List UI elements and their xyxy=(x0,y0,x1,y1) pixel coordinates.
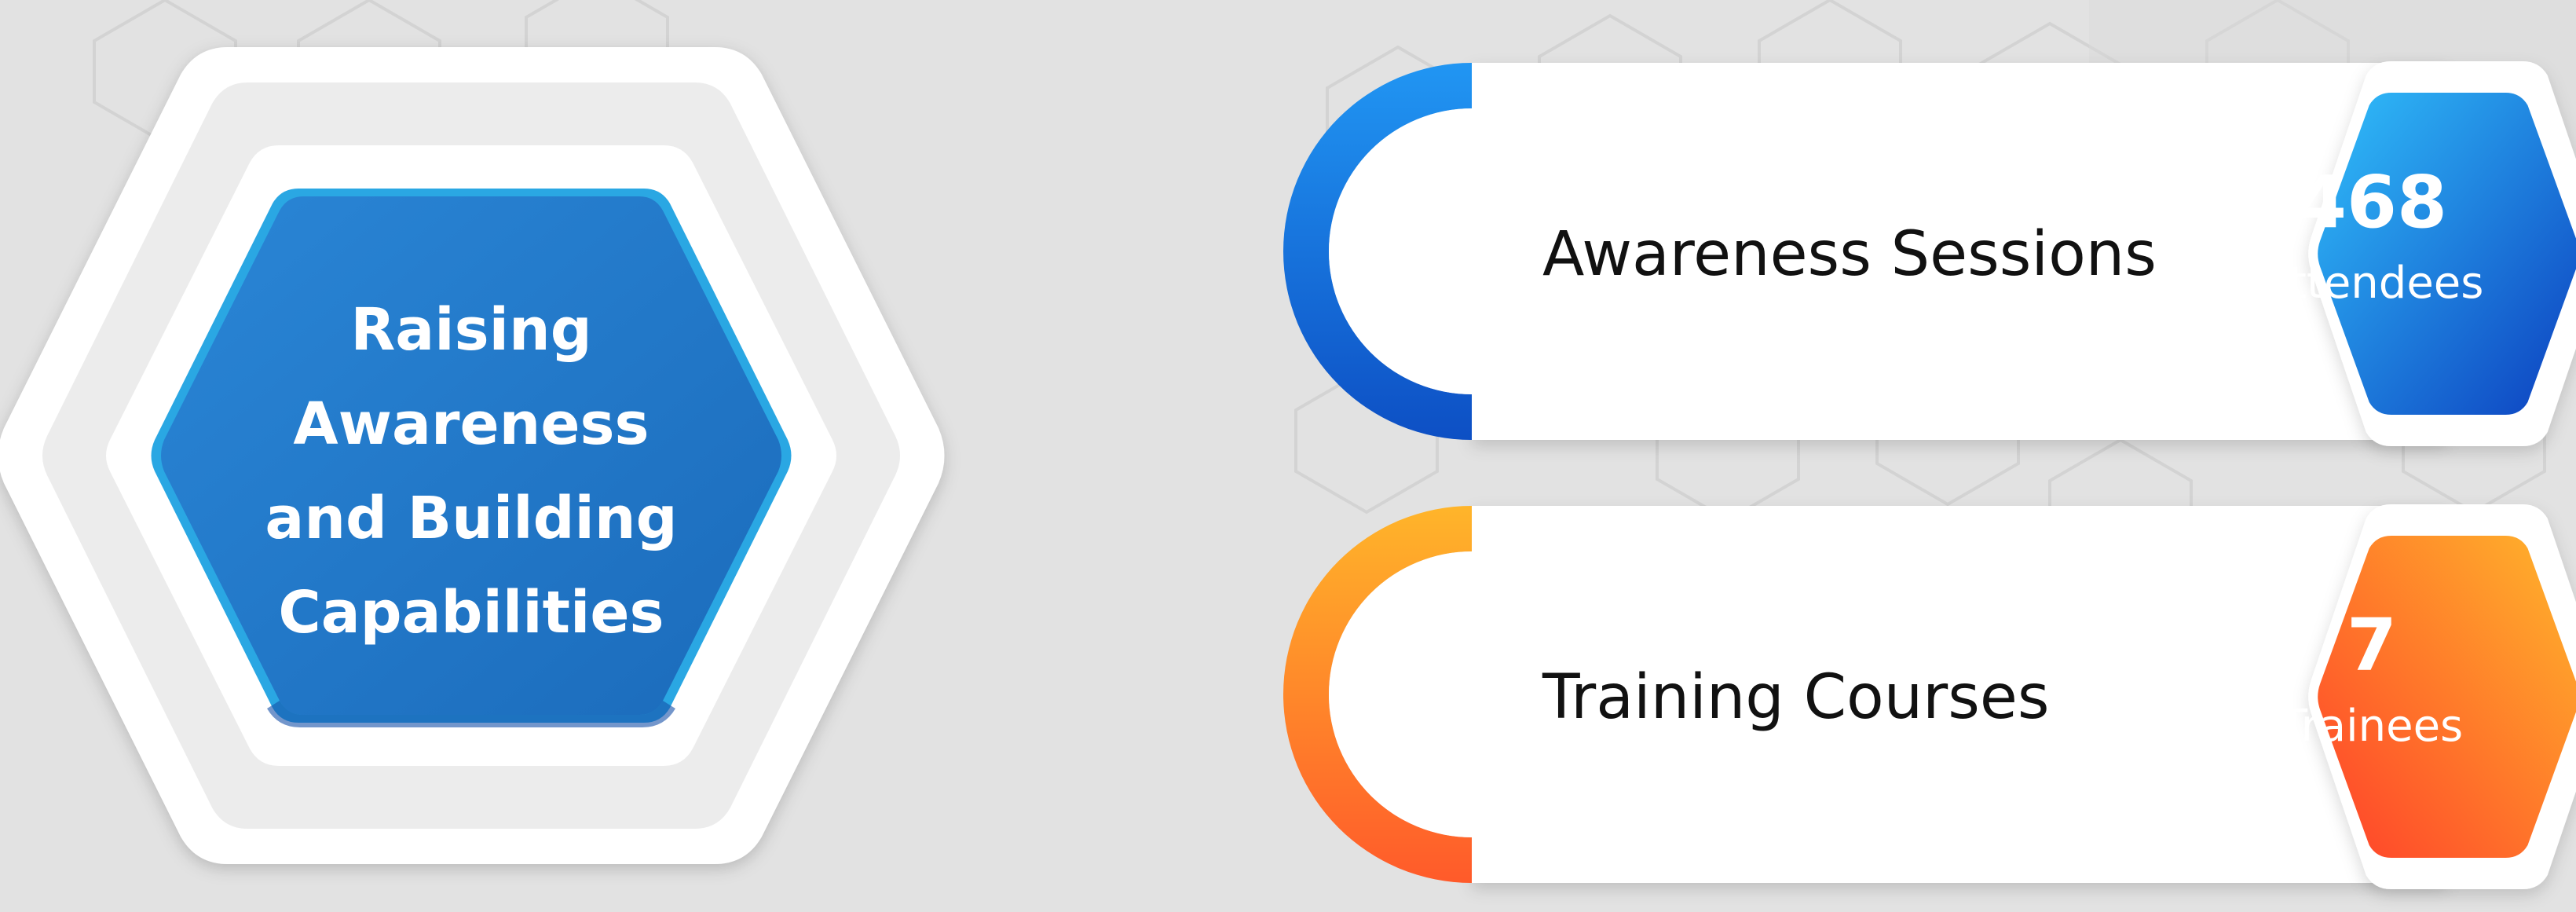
center-title-line: Awareness xyxy=(293,390,649,458)
training-badge xyxy=(2318,536,2576,858)
attendees-count: 468 xyxy=(2296,160,2448,244)
trainees-count: 7 xyxy=(2346,603,2397,687)
awareness-sessions-label: Awareness Sessions xyxy=(1542,219,2157,290)
center-title-line: Capabilities xyxy=(278,579,664,646)
center-title-line: and Building xyxy=(265,485,678,552)
awareness-badge xyxy=(2318,93,2576,415)
center-title: Raising Awareness and Building Capabilit… xyxy=(236,283,707,660)
awareness-sessions-card: Awareness Sessions 468 Attendees xyxy=(1283,61,2576,446)
training-courses-card: Training Courses 7 Trainees xyxy=(1283,504,2576,889)
attendees-label: Attendees xyxy=(2259,258,2484,309)
training-courses-label: Training Courses xyxy=(1542,662,2050,733)
infographic-canvas: Raising Awareness and Building Capabilit… xyxy=(0,0,2576,912)
trainees-label: Trainees xyxy=(2280,701,2464,752)
center-title-line: Raising xyxy=(350,296,592,364)
